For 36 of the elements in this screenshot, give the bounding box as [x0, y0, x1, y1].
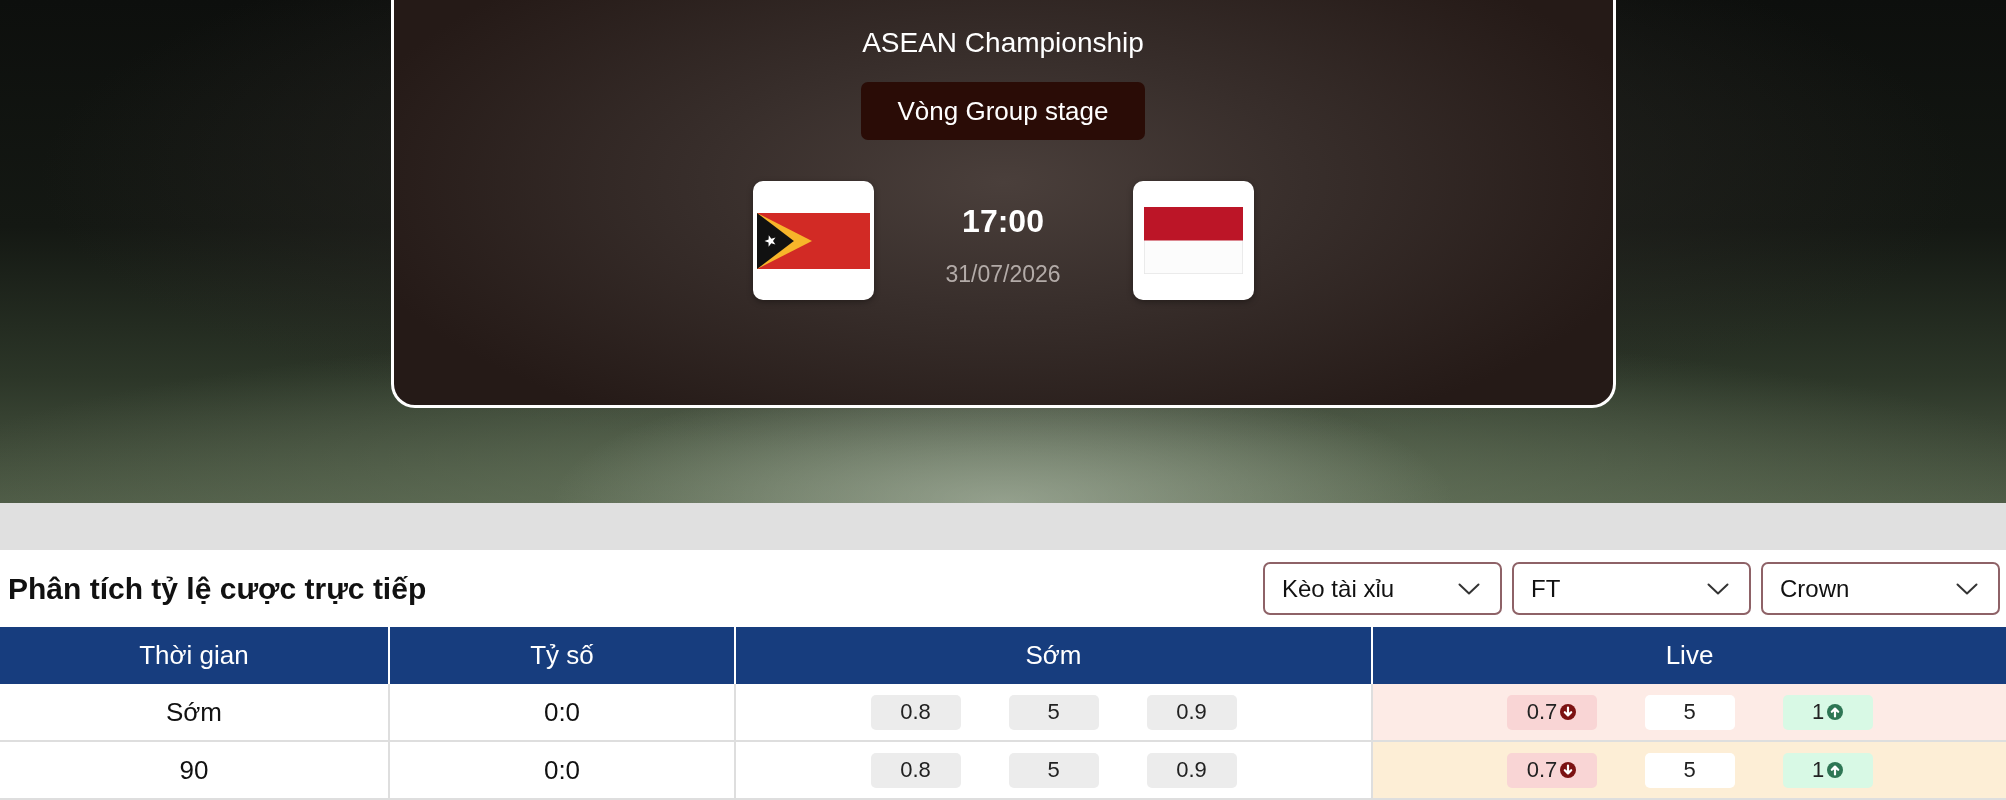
flag-icon — [752, 181, 874, 300]
odds-value: 0.7 — [1506, 694, 1597, 730]
odds-value: 0.9 — [1146, 752, 1237, 788]
filter-dropdown[interactable]: FT — [1512, 562, 1751, 615]
column-header: Thời gian — [138, 639, 250, 672]
odds-value: 0.8 — [870, 694, 961, 730]
table-cell: 90 — [0, 742, 388, 800]
filter-dropdown[interactable]: Crown — [1761, 562, 2000, 615]
arrow-down-circle-icon — [1560, 704, 1577, 720]
round-badge: Vòng Group stage — [861, 82, 1145, 140]
odds-value: 0.8 — [870, 752, 961, 788]
odds-value: 5 — [1008, 752, 1099, 788]
column-header: Sớm — [734, 627, 1371, 684]
table-cell: Sớm — [0, 684, 388, 742]
table-cell: 0:0 — [388, 684, 734, 742]
odds-value: 1 — [1782, 694, 1873, 730]
chevron-down-icon — [1956, 582, 1978, 595]
chevron-down-icon — [1458, 582, 1480, 595]
odds-value: 5 — [1644, 694, 1735, 730]
odds-value: 0.9 — [1146, 694, 1237, 730]
section-title: Phân tích tỷ lệ cược trực tiếp — [8, 571, 428, 606]
odds-value: 0.7 — [1506, 752, 1597, 788]
odds-value: 5 — [1008, 694, 1099, 730]
competition-name: ASEAN Championship — [862, 26, 1144, 60]
match-date: 31/07/2026 — [945, 260, 1061, 288]
kickoff-time: 17:00 — [962, 202, 1044, 240]
arrow-up-circle-icon — [1827, 762, 1844, 778]
odds-value: 5 — [1644, 752, 1735, 788]
column-header: Tỷ số — [388, 627, 734, 684]
flag-icon — [1132, 181, 1254, 300]
odds-value: 1 — [1782, 752, 1873, 788]
chevron-down-icon — [1707, 582, 1729, 595]
arrow-down-circle-icon — [1560, 762, 1577, 778]
table-cell: 0:0 — [388, 742, 734, 800]
arrow-up-circle-icon — [1827, 704, 1844, 720]
filter-dropdown[interactable]: Kèo tài xỉu — [1263, 562, 1502, 615]
